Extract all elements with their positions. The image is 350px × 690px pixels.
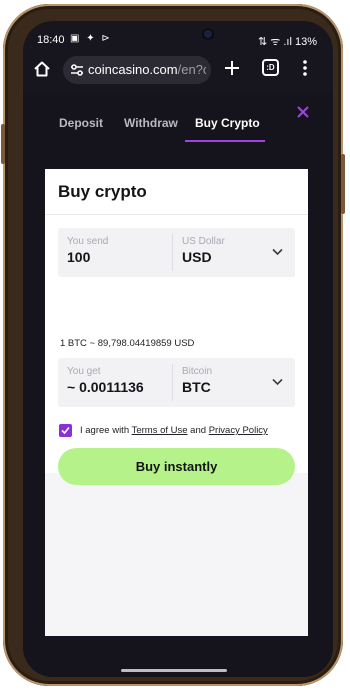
receive-currency-select[interactable]: BTC bbox=[182, 379, 211, 395]
exchange-rate: 1 BTC ~ 89,798.04419859 USD bbox=[60, 338, 195, 349]
volume-button bbox=[1, 124, 5, 164]
tab-deposit[interactable]: Deposit bbox=[59, 116, 103, 130]
url-path: /en?c bbox=[177, 62, 206, 77]
browser-toolbar: coincasino.com/en?c :D bbox=[23, 51, 333, 89]
send-label: You send bbox=[67, 236, 109, 247]
agreement-text: I agree with Terms of Use and Privacy Po… bbox=[80, 425, 268, 436]
new-tab-icon[interactable] bbox=[223, 59, 241, 77]
chevron-down-icon[interactable] bbox=[272, 248, 283, 256]
card-title: Buy crypto bbox=[58, 182, 147, 201]
url-domain: coincasino.com bbox=[88, 62, 178, 77]
checkmark-icon bbox=[61, 426, 70, 435]
send-currency-select[interactable]: USD bbox=[182, 249, 212, 265]
tab-buy-crypto[interactable]: Buy Crypto bbox=[195, 116, 260, 130]
receive-field: You get ~ 0.0011136 Bitcoin BTC bbox=[58, 358, 295, 407]
cashier-page: Deposit Withdraw Buy Crypto Buy crypto Y… bbox=[23, 91, 333, 677]
phone-screen: 18:40 ▣ ✦ ⊳ ⇅ ᯤ .ıl 13% coincasino.com/e… bbox=[23, 21, 333, 677]
status-bar: 18:40 ▣ ✦ ⊳ ⇅ ᯤ .ıl 13% bbox=[23, 21, 333, 51]
status-time: 18:40 bbox=[37, 34, 65, 46]
front-camera bbox=[204, 30, 212, 38]
home-icon[interactable] bbox=[33, 60, 51, 78]
receive-amount: ~ 0.0011136 bbox=[67, 379, 144, 395]
send-amount-input[interactable]: 100 bbox=[67, 249, 90, 265]
terms-agreement: I agree with Terms of Use and Privacy Po… bbox=[59, 424, 299, 438]
field-divider bbox=[172, 234, 173, 271]
send-field: You send 100 US Dollar USD bbox=[58, 228, 295, 277]
card-header: Buy crypto bbox=[45, 169, 308, 215]
receive-label: You get bbox=[67, 366, 101, 377]
phone-frame: 18:40 ▣ ✦ ⊳ ⇅ ᯤ .ıl 13% coincasino.com/e… bbox=[1, 4, 345, 686]
privacy-policy-link[interactable]: Privacy Policy bbox=[209, 425, 268, 436]
url-bar[interactable]: coincasino.com/en?c bbox=[63, 56, 211, 84]
buy-crypto-card: Buy crypto You send 100 US Dollar USD 1 … bbox=[45, 169, 308, 636]
active-tab-indicator bbox=[185, 140, 265, 142]
url-text: coincasino.com/en?c bbox=[88, 62, 206, 77]
close-icon[interactable] bbox=[296, 105, 310, 119]
gesture-nav-handle[interactable] bbox=[121, 669, 227, 672]
tab-switcher-icon[interactable]: :D bbox=[262, 59, 279, 76]
tab-withdraw[interactable]: Withdraw bbox=[124, 116, 178, 130]
agreement-middle: and bbox=[187, 425, 209, 436]
field-divider bbox=[172, 364, 173, 401]
terms-of-use-link[interactable]: Terms of Use bbox=[132, 425, 188, 436]
terms-checkbox[interactable] bbox=[59, 424, 72, 437]
more-options-icon[interactable] bbox=[302, 59, 308, 77]
status-indicators: ⇅ ᯤ .ıl 13% bbox=[257, 36, 317, 48]
receive-currency-label: Bitcoin bbox=[182, 366, 213, 377]
send-currency-label: US Dollar bbox=[182, 236, 225, 247]
chevron-down-icon[interactable] bbox=[272, 378, 283, 386]
buy-instantly-button[interactable]: Buy instantly bbox=[58, 448, 295, 485]
power-button bbox=[341, 154, 345, 214]
agreement-prefix: I agree with bbox=[80, 425, 132, 436]
site-settings-icon[interactable] bbox=[70, 63, 84, 77]
notification-icons: ▣ ✦ ⊳ bbox=[70, 33, 112, 44]
card-body: You send 100 US Dollar USD 1 BTC ~ 89,79… bbox=[45, 215, 308, 485]
cashier-tabs: Deposit Withdraw Buy Crypto bbox=[23, 91, 333, 151]
